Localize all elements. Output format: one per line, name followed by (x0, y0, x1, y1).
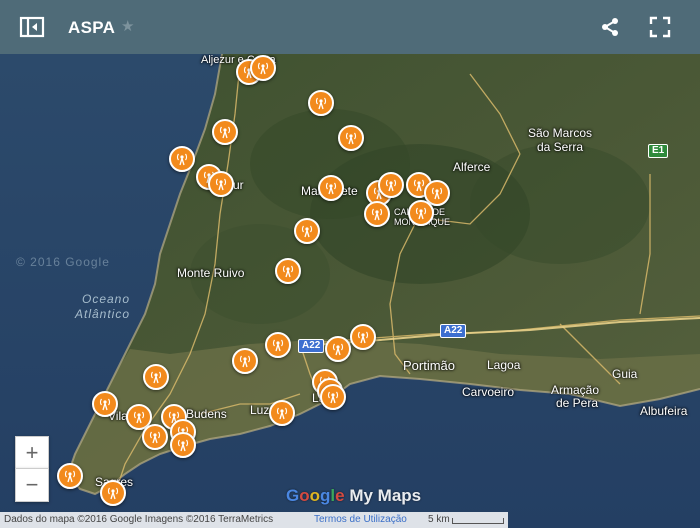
terms-link[interactable]: Termos de Utilização (314, 512, 407, 528)
radio-tower-icon (237, 353, 253, 369)
radio-tower-icon (429, 185, 445, 201)
radio-tower-icon (174, 151, 190, 167)
place-label-budens: Budens (186, 407, 227, 421)
map-marker[interactable] (318, 175, 344, 201)
radio-tower-icon (313, 95, 329, 111)
place-label-aljezur: ur (233, 178, 244, 192)
map-marker[interactable] (294, 218, 320, 244)
map-marker[interactable] (232, 348, 258, 374)
place-label-carvoeiro: Carvoeiro (462, 385, 515, 399)
map-marker[interactable] (408, 200, 434, 226)
road-sign-e1: E1 (648, 144, 669, 158)
place-label-sao-marcos: São Marcos (528, 126, 593, 140)
ocean-label-1: Oceano (82, 292, 131, 306)
radio-tower-icon (323, 180, 339, 196)
place-label-portimao: Portimão (403, 358, 456, 373)
radio-tower-icon (355, 329, 371, 345)
radio-tower-icon (325, 389, 341, 405)
place-label-da-serra: da Serra (537, 140, 584, 154)
place-label-alferce: Alferce (453, 160, 491, 174)
radio-tower-icon (270, 337, 286, 353)
radio-tower-icon (131, 409, 147, 425)
radio-tower-icon (175, 437, 191, 453)
google-my-maps-logo: Google My Maps (286, 486, 422, 505)
place-label-luz: Luz (250, 403, 270, 417)
fullscreen-icon[interactable] (646, 13, 674, 41)
radio-tower-icon (330, 341, 346, 357)
radio-tower-icon (369, 206, 385, 222)
map-marker[interactable] (269, 400, 295, 426)
radio-tower-icon (274, 405, 290, 421)
map-marker[interactable] (208, 171, 234, 197)
map-marker[interactable] (338, 125, 364, 151)
scale-bar (452, 518, 504, 524)
map-marker[interactable] (142, 424, 168, 450)
place-label-de-pera: de Pera (556, 396, 599, 410)
map-marker[interactable] (143, 364, 169, 390)
place-label-armacao: Armação (551, 383, 600, 397)
sidebar-toggle-icon[interactable] (18, 13, 46, 41)
map-marker[interactable] (92, 391, 118, 417)
radio-tower-icon (299, 223, 315, 239)
radio-tower-icon (148, 369, 164, 385)
map-marker[interactable] (265, 332, 291, 358)
map-marker[interactable] (364, 201, 390, 227)
radio-tower-icon (213, 176, 229, 192)
attribution-bar: Dados do mapa ©2016 Google Imagens ©2016… (0, 512, 508, 528)
radio-tower-icon (147, 429, 163, 445)
place-label-guia: Guia (612, 367, 638, 381)
road-sign-a22: A22 (298, 339, 325, 353)
map-marker[interactable] (212, 119, 238, 145)
place-label-lagoa: Lagoa (487, 358, 521, 372)
share-icon[interactable] (596, 13, 624, 41)
map-marker[interactable] (320, 384, 346, 410)
map-marker[interactable] (250, 55, 276, 81)
map-marker[interactable] (275, 258, 301, 284)
place-label-albufeira: Albufeira (640, 404, 688, 418)
app-header: ASPA ★ (0, 0, 700, 54)
place-label-monte-ruivo: Monte Ruivo (177, 266, 245, 280)
radio-tower-icon (383, 177, 399, 193)
map-title: ASPA (68, 18, 116, 37)
map-marker[interactable] (325, 336, 351, 362)
radio-tower-icon (255, 60, 271, 76)
map-marker[interactable] (308, 90, 334, 116)
map-marker[interactable] (378, 172, 404, 198)
map-watermark: © 2016 Google (16, 255, 110, 269)
radio-tower-icon (62, 468, 78, 484)
map-marker[interactable] (57, 463, 83, 489)
radio-tower-icon (217, 124, 233, 140)
map-marker[interactable] (170, 432, 196, 458)
map-marker[interactable] (350, 324, 376, 350)
radio-tower-icon (343, 130, 359, 146)
scale-label: 5 km (428, 514, 450, 525)
radio-tower-icon (105, 485, 121, 501)
road-sign-a22: A22 (440, 324, 467, 338)
star-icon[interactable]: ★ (121, 17, 134, 35)
radio-tower-icon (280, 263, 296, 279)
zoom-out-button[interactable]: − (15, 468, 49, 502)
map-marker[interactable] (100, 480, 126, 506)
radio-tower-icon (97, 396, 113, 412)
map-canvas[interactable]: São Marcos da Serra Alferce Marmelete CA… (0, 54, 700, 528)
ocean-label-2: Atlântico (75, 307, 131, 321)
attribution-text: Dados do mapa ©2016 Google Imagens ©2016… (4, 514, 274, 525)
zoom-in-button[interactable]: + (15, 436, 49, 470)
map-marker[interactable] (169, 146, 195, 172)
radio-tower-icon (413, 205, 429, 221)
